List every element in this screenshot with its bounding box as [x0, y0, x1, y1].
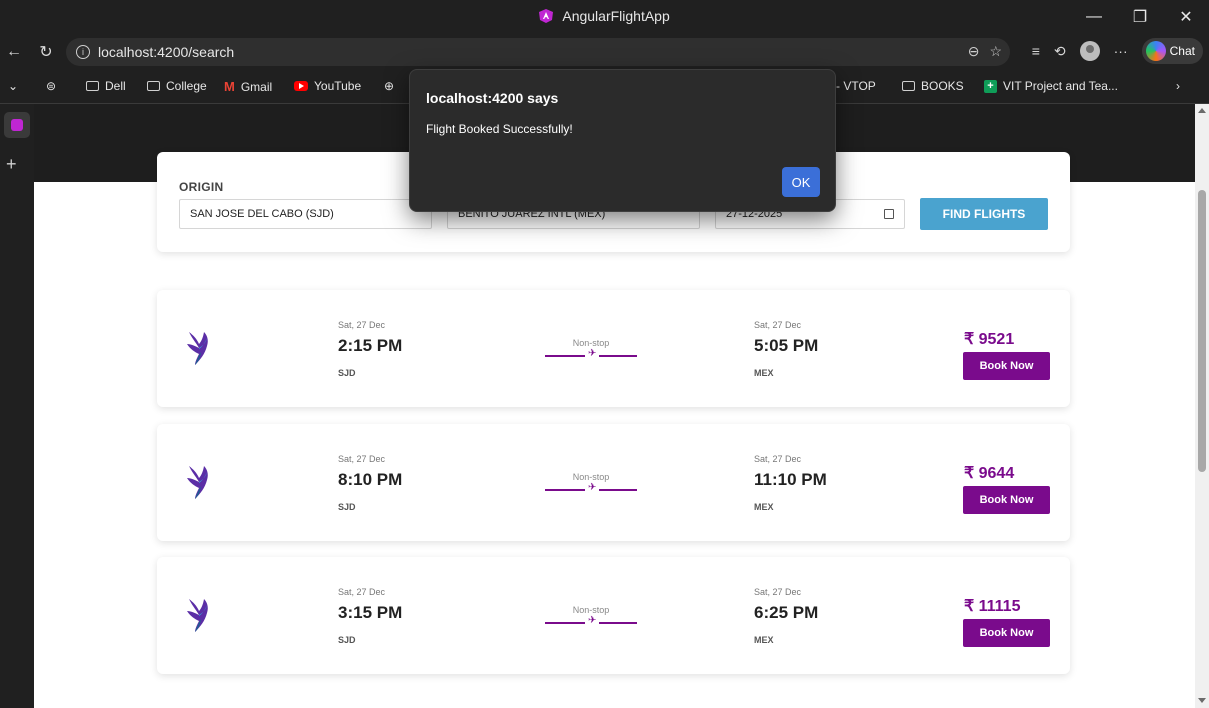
- stops-label: Non-stop: [572, 472, 610, 482]
- flight-card: Sat, 27 Dec 3:15 PM SJD Non-stop ✈ Sat, …: [157, 557, 1070, 674]
- plane-icon: ✈: [585, 615, 600, 627]
- departure-airport-code: SJD: [338, 502, 356, 512]
- arrival-date: Sat, 27 Dec: [754, 320, 802, 330]
- alert-title: localhost:4200 says: [426, 90, 559, 106]
- scroll-thumb[interactable]: [1198, 190, 1206, 472]
- arrival-date: Sat, 27 Dec: [754, 454, 802, 464]
- book-now-button[interactable]: Book Now: [963, 486, 1050, 514]
- arrival-airport-code: MEX: [754, 635, 774, 645]
- flight-card: Sat, 27 Dec 8:10 PM SJD Non-stop ✈ Sat, …: [157, 424, 1070, 541]
- restore-button[interactable]: ❐: [1117, 0, 1163, 34]
- tabs-dropdown-icon[interactable]: ⌄: [8, 79, 18, 93]
- window-title: AngularFlightApp: [0, 8, 1209, 24]
- departure-airport-code: SJD: [338, 368, 356, 378]
- arrival-airport-code: MEX: [754, 502, 774, 512]
- flight-price: ₹ 9521: [964, 331, 1015, 348]
- window-titlebar: AngularFlightApp — ❐ ✕: [0, 0, 1209, 34]
- origin-label: ORIGIN: [179, 180, 224, 194]
- copilot-icon: [1145, 41, 1166, 61]
- close-window-button[interactable]: ✕: [1163, 0, 1209, 34]
- arrival-time: 11:10 PM: [754, 470, 827, 489]
- departure-date: Sat, 27 Dec: [338, 320, 386, 330]
- back-arrow-icon[interactable]: ←: [2, 40, 26, 64]
- more-menu-icon[interactable]: ···: [1114, 43, 1128, 59]
- arrival-time: 5:05 PM: [754, 336, 819, 355]
- departure-airport-code: SJD: [338, 635, 356, 645]
- arrival-date: Sat, 27 Dec: [754, 587, 802, 597]
- flight-card: Sat, 27 Dec 2:15 PM SJD Non-stop ✈ Sat, …: [157, 290, 1070, 407]
- angular-app-icon: [539, 9, 554, 23]
- stops-label: Non-stop: [572, 605, 610, 615]
- sheets-icon: +: [984, 79, 997, 93]
- calendar-icon[interactable]: [884, 209, 894, 219]
- alert-ok-button[interactable]: OK: [782, 167, 820, 197]
- find-flights-button[interactable]: FIND FLIGHTS: [920, 198, 1048, 230]
- url-bar[interactable]: i localhost:4200/search ⊖ ☆: [66, 38, 1010, 66]
- chat-label: Chat: [1169, 44, 1195, 58]
- departure-date: Sat, 27 Dec: [338, 587, 386, 597]
- scroll-down-arrow-icon[interactable]: [1198, 698, 1206, 703]
- stops-indicator: Non-stop ✈: [545, 338, 637, 360]
- page-scrollbar[interactable]: [1195, 104, 1209, 708]
- address-bar-row: ← ↻ i localhost:4200/search ⊖ ☆ ≡ ⟲ ··· …: [0, 34, 1209, 70]
- flight-price: ₹ 11115: [964, 598, 1021, 615]
- arrival-airport-code: MEX: [754, 368, 774, 378]
- departure-time: 8:10 PM: [338, 470, 403, 489]
- plane-icon: ✈: [585, 348, 600, 360]
- bookmark-books[interactable]: BOOKS: [902, 79, 964, 93]
- airline-bird-logo-icon: [187, 466, 208, 499]
- angular-tab-icon: [11, 119, 23, 131]
- book-now-button[interactable]: Book Now: [963, 352, 1050, 380]
- bookmark-gmail[interactable]: M Gmail: [224, 79, 272, 94]
- scroll-up-arrow-icon[interactable]: [1198, 108, 1206, 113]
- airline-bird-logo-icon: [187, 332, 208, 365]
- refresh-icon[interactable]: ↻: [34, 40, 58, 64]
- site-info-icon[interactable]: i: [76, 45, 90, 59]
- zoom-icon[interactable]: ⊖: [968, 43, 980, 60]
- stops-indicator: Non-stop ✈: [545, 472, 637, 494]
- favorite-star-icon[interactable]: ☆: [989, 43, 1002, 60]
- new-tab-icon[interactable]: +: [6, 154, 17, 175]
- origin-input[interactable]: SAN JOSE DEL CABO (SJD): [179, 199, 432, 229]
- copilot-chat-button[interactable]: Chat: [1141, 38, 1203, 64]
- gmail-icon: M: [224, 79, 235, 94]
- profile-avatar[interactable]: [1079, 41, 1100, 61]
- collections-icon[interactable]: ⊜: [46, 79, 56, 93]
- history-icon[interactable]: ⟲: [1054, 43, 1066, 60]
- departure-time: 3:15 PM: [338, 603, 403, 622]
- airline-bird-logo-icon: [187, 599, 208, 632]
- stops-indicator: Non-stop ✈: [545, 605, 637, 627]
- departure-time: 2:15 PM: [338, 336, 403, 355]
- flight-price: ₹ 9644: [964, 465, 1015, 482]
- book-now-button[interactable]: Book Now: [963, 619, 1050, 647]
- plane-icon: ✈: [585, 482, 600, 494]
- departure-date: Sat, 27 Dec: [338, 454, 386, 464]
- bookmark-dell[interactable]: Dell: [86, 79, 126, 93]
- active-tab[interactable]: [4, 112, 30, 138]
- folder-icon: [86, 81, 99, 91]
- vertical-tabs-sidebar: +: [0, 104, 34, 708]
- alert-message: Flight Booked Successfully!: [426, 122, 573, 136]
- folder-icon: [147, 81, 160, 91]
- favorites-list-icon[interactable]: ≡: [1032, 43, 1040, 59]
- chevron-right-icon[interactable]: ›: [1176, 79, 1180, 93]
- window-title-text: AngularFlightApp: [562, 8, 670, 24]
- bookmark-youtube[interactable]: YouTube: [294, 79, 361, 93]
- stops-label: Non-stop: [572, 338, 610, 348]
- globe-icon[interactable]: ⊕: [384, 79, 394, 93]
- bookmark-vit-project[interactable]: + VIT Project and Tea...: [984, 79, 1118, 93]
- arrival-time: 6:25 PM: [754, 603, 819, 622]
- folder-icon: [902, 81, 915, 91]
- minimize-button[interactable]: —: [1071, 0, 1117, 34]
- url-text: localhost:4200/search: [98, 44, 235, 60]
- bookmark-college[interactable]: College: [147, 79, 207, 93]
- youtube-icon: [294, 81, 308, 91]
- alert-dialog: localhost:4200 says Flight Booked Succes…: [409, 69, 836, 212]
